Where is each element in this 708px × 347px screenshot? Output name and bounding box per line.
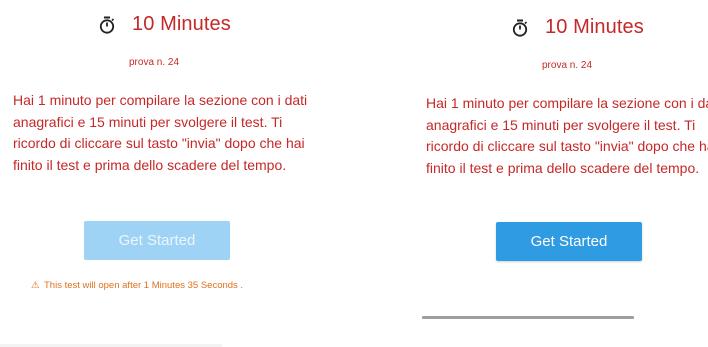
test-intro-panel-locked: 10 Minutes prova n. 24 Hai 1 minuto per … xyxy=(0,0,318,347)
screen: 10 Minutes prova n. 24 Hai 1 minuto per … xyxy=(0,0,708,347)
timer-header: 10 Minutes xyxy=(99,13,231,36)
test-instructions: Hai 1 minuto per compilare la sezione co… xyxy=(13,92,308,173)
warning-icon: ⚠ xyxy=(31,280,40,291)
timer-duration: 10 Minutes xyxy=(132,13,231,35)
timer-duration: 10 Minutes xyxy=(545,16,644,38)
opening-countdown-warning: ⚠ This test will open after 1 Minutes 35… xyxy=(31,280,243,291)
get-started-button[interactable]: Get Started xyxy=(496,222,642,261)
warning-text: This test will open after 1 Minutes 35 S… xyxy=(44,280,244,291)
get-started-button-disabled: Get Started xyxy=(84,221,230,260)
test-number: prova n. 24 xyxy=(129,57,180,68)
stopwatch-icon xyxy=(99,16,115,34)
timer-header: 10 Minutes xyxy=(512,16,644,39)
test-intro-panel-ready: 10 Minutes prova n. 24 Hai 1 minuto per … xyxy=(410,0,708,347)
horizontal-scrollbar[interactable] xyxy=(422,316,634,319)
test-instructions: Hai 1 minuto per compilare la sezione co… xyxy=(426,95,708,176)
test-number: prova n. 24 xyxy=(542,60,593,71)
stopwatch-icon xyxy=(512,19,528,37)
